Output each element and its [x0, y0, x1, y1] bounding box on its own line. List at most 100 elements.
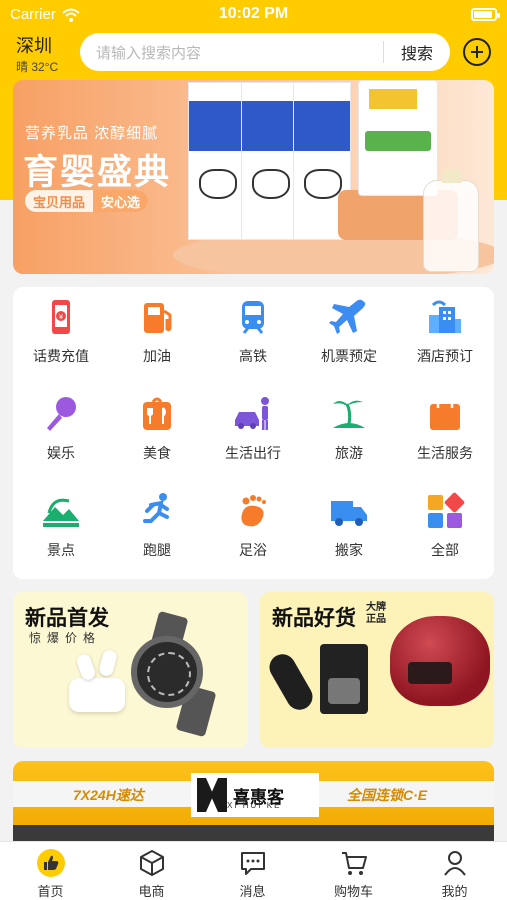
service-scenic[interactable]: 景点	[13, 485, 109, 582]
foot-icon	[241, 495, 266, 527]
status-bar: Carrier 10:02 PM	[0, 0, 507, 30]
promo-right-badge: 大牌 正品	[366, 602, 386, 625]
earbud-image	[97, 648, 119, 678]
service-label: 全部	[431, 542, 459, 558]
tab-label: 首页	[37, 884, 64, 899]
banner-tag-left: 宝贝用品	[33, 195, 86, 210]
service-label: 酒店预订	[417, 348, 473, 364]
service-all[interactable]: 全部	[397, 485, 493, 582]
mountain-icon	[43, 498, 79, 527]
service-flight[interactable]: 机票预定	[301, 291, 397, 388]
grid-all-icon	[428, 492, 465, 528]
milk-carton-image	[188, 82, 246, 240]
rice-cooker-image	[390, 616, 490, 706]
banner-title: 育婴盛典	[23, 153, 172, 192]
banner-tag: 宝贝用品 安心选	[25, 190, 149, 212]
earbuds-case-image	[69, 678, 125, 712]
service-label: 景点	[47, 542, 75, 558]
milk-carton-image	[241, 82, 299, 240]
battery-icon	[471, 8, 500, 21]
runner-icon	[143, 493, 169, 523]
promo-right-title: 新品好货	[272, 607, 356, 630]
store-right-text: 全国连锁C·E	[347, 787, 428, 803]
service-label: 机票预定	[321, 348, 377, 364]
service-label: 加油	[143, 348, 171, 364]
add-circle-icon[interactable]	[463, 38, 491, 66]
search-button[interactable]: 搜索	[384, 40, 450, 64]
service-label: 足浴	[239, 542, 267, 558]
service-hotel[interactable]: 酒店预订	[397, 291, 493, 388]
message-icon	[240, 852, 265, 875]
store-banner[interactable]: 7X24H速达 喜惠客 XI HUI KE 全国连锁C·E	[13, 761, 494, 841]
box-icon	[139, 850, 164, 876]
car-person-icon	[235, 397, 269, 430]
tab-home[interactable]: 首页	[0, 848, 101, 900]
tab-profile[interactable]: 我的	[404, 848, 505, 900]
service-label: 搬家	[335, 542, 363, 558]
hotel-icon	[429, 300, 461, 333]
train-icon	[242, 301, 264, 334]
user-icon	[443, 851, 466, 876]
service-moving[interactable]: 搬家	[301, 485, 397, 582]
promo-new-arrivals[interactable]: 新品首发 惊爆价格	[13, 592, 248, 748]
tab-bar: 首页 电商 消息 购物车 我的	[0, 841, 507, 900]
service-errand[interactable]: 跑腿	[109, 485, 205, 582]
service-phone-recharge[interactable]: ¥ 话费充值	[13, 291, 109, 388]
airplane-icon	[329, 299, 366, 334]
service-gas[interactable]: 加油	[109, 291, 205, 388]
service-life-services[interactable]: 生活服务	[397, 388, 493, 485]
tab-label: 电商	[138, 884, 165, 899]
service-label: 高铁	[239, 348, 267, 364]
search-input[interactable]: 请输入搜索内容	[80, 42, 383, 63]
tab-ecommerce[interactable]: 电商	[101, 848, 202, 900]
service-label: 跑腿	[143, 542, 171, 558]
banner-tag-right: 安心选	[93, 190, 149, 212]
shopping-bag-icon	[430, 397, 460, 430]
brand-logo-icon	[197, 778, 227, 812]
cart-icon	[341, 852, 367, 875]
banner-subtitle: 营养乳品 浓醇细腻	[25, 125, 159, 142]
service-label: 生活服务	[417, 445, 473, 461]
promo-good-products[interactable]: 新品好货 大牌 正品	[260, 592, 494, 748]
service-label: 旅游	[335, 445, 363, 461]
service-food[interactable]: 美食	[109, 388, 205, 485]
thumbs-up-icon	[36, 849, 65, 877]
service-train[interactable]: 高铁	[205, 291, 301, 388]
status-time: 10:02 PM	[218, 5, 289, 22]
svg-text:¥: ¥	[59, 313, 64, 321]
tab-label: 我的	[441, 884, 468, 899]
tab-cart[interactable]: 购物车	[303, 848, 404, 900]
city-label[interactable]: 深圳	[16, 36, 58, 56]
store-brand-box: 喜惠客	[191, 773, 319, 817]
tab-label: 消息	[239, 884, 266, 899]
smartwatch-image	[131, 636, 203, 708]
coffee-maker-image	[320, 644, 368, 714]
service-foot-bath[interactable]: 足浴	[205, 485, 301, 582]
palm-island-icon	[333, 400, 365, 428]
service-label: 生活出行	[225, 445, 281, 461]
milk-powder-can-image	[358, 80, 438, 196]
promo-left-subtitle: 惊爆价格	[29, 631, 102, 645]
shaver-image	[264, 649, 318, 715]
service-life-travel[interactable]: 生活出行	[205, 388, 301, 485]
microphone-icon	[47, 397, 76, 431]
store-left-text: 7X24H速达	[73, 787, 144, 803]
gas-pump-icon	[144, 303, 172, 333]
baby-bottle-image	[423, 169, 479, 272]
services-grid: ¥ 话费充值 加油 高铁 机票预定 酒店预订 娱乐 美食 生活出行 旅游 生活服…	[13, 287, 494, 579]
promo-banner[interactable]: 营养乳品 浓醇细腻 育婴盛典 宝贝用品 安心选	[13, 80, 494, 274]
service-label: 娱乐	[47, 445, 75, 461]
tab-messages[interactable]: 消息	[202, 848, 303, 900]
promo-left-title: 新品首发	[25, 607, 109, 630]
tab-label: 购物车	[333, 884, 373, 899]
service-label: 话费充值	[33, 348, 89, 364]
food-icon	[143, 397, 171, 430]
location-weather[interactable]: 深圳 晴 32°C	[16, 36, 58, 75]
phone-recharge-icon: ¥	[52, 300, 70, 334]
service-entertainment[interactable]: 娱乐	[13, 388, 109, 485]
weather-label: 晴 32°C	[16, 60, 59, 74]
service-label: 美食	[143, 445, 171, 461]
search-bar[interactable]: 请输入搜索内容 搜索	[80, 33, 450, 71]
service-tourism[interactable]: 旅游	[301, 388, 397, 485]
truck-icon	[331, 501, 367, 526]
